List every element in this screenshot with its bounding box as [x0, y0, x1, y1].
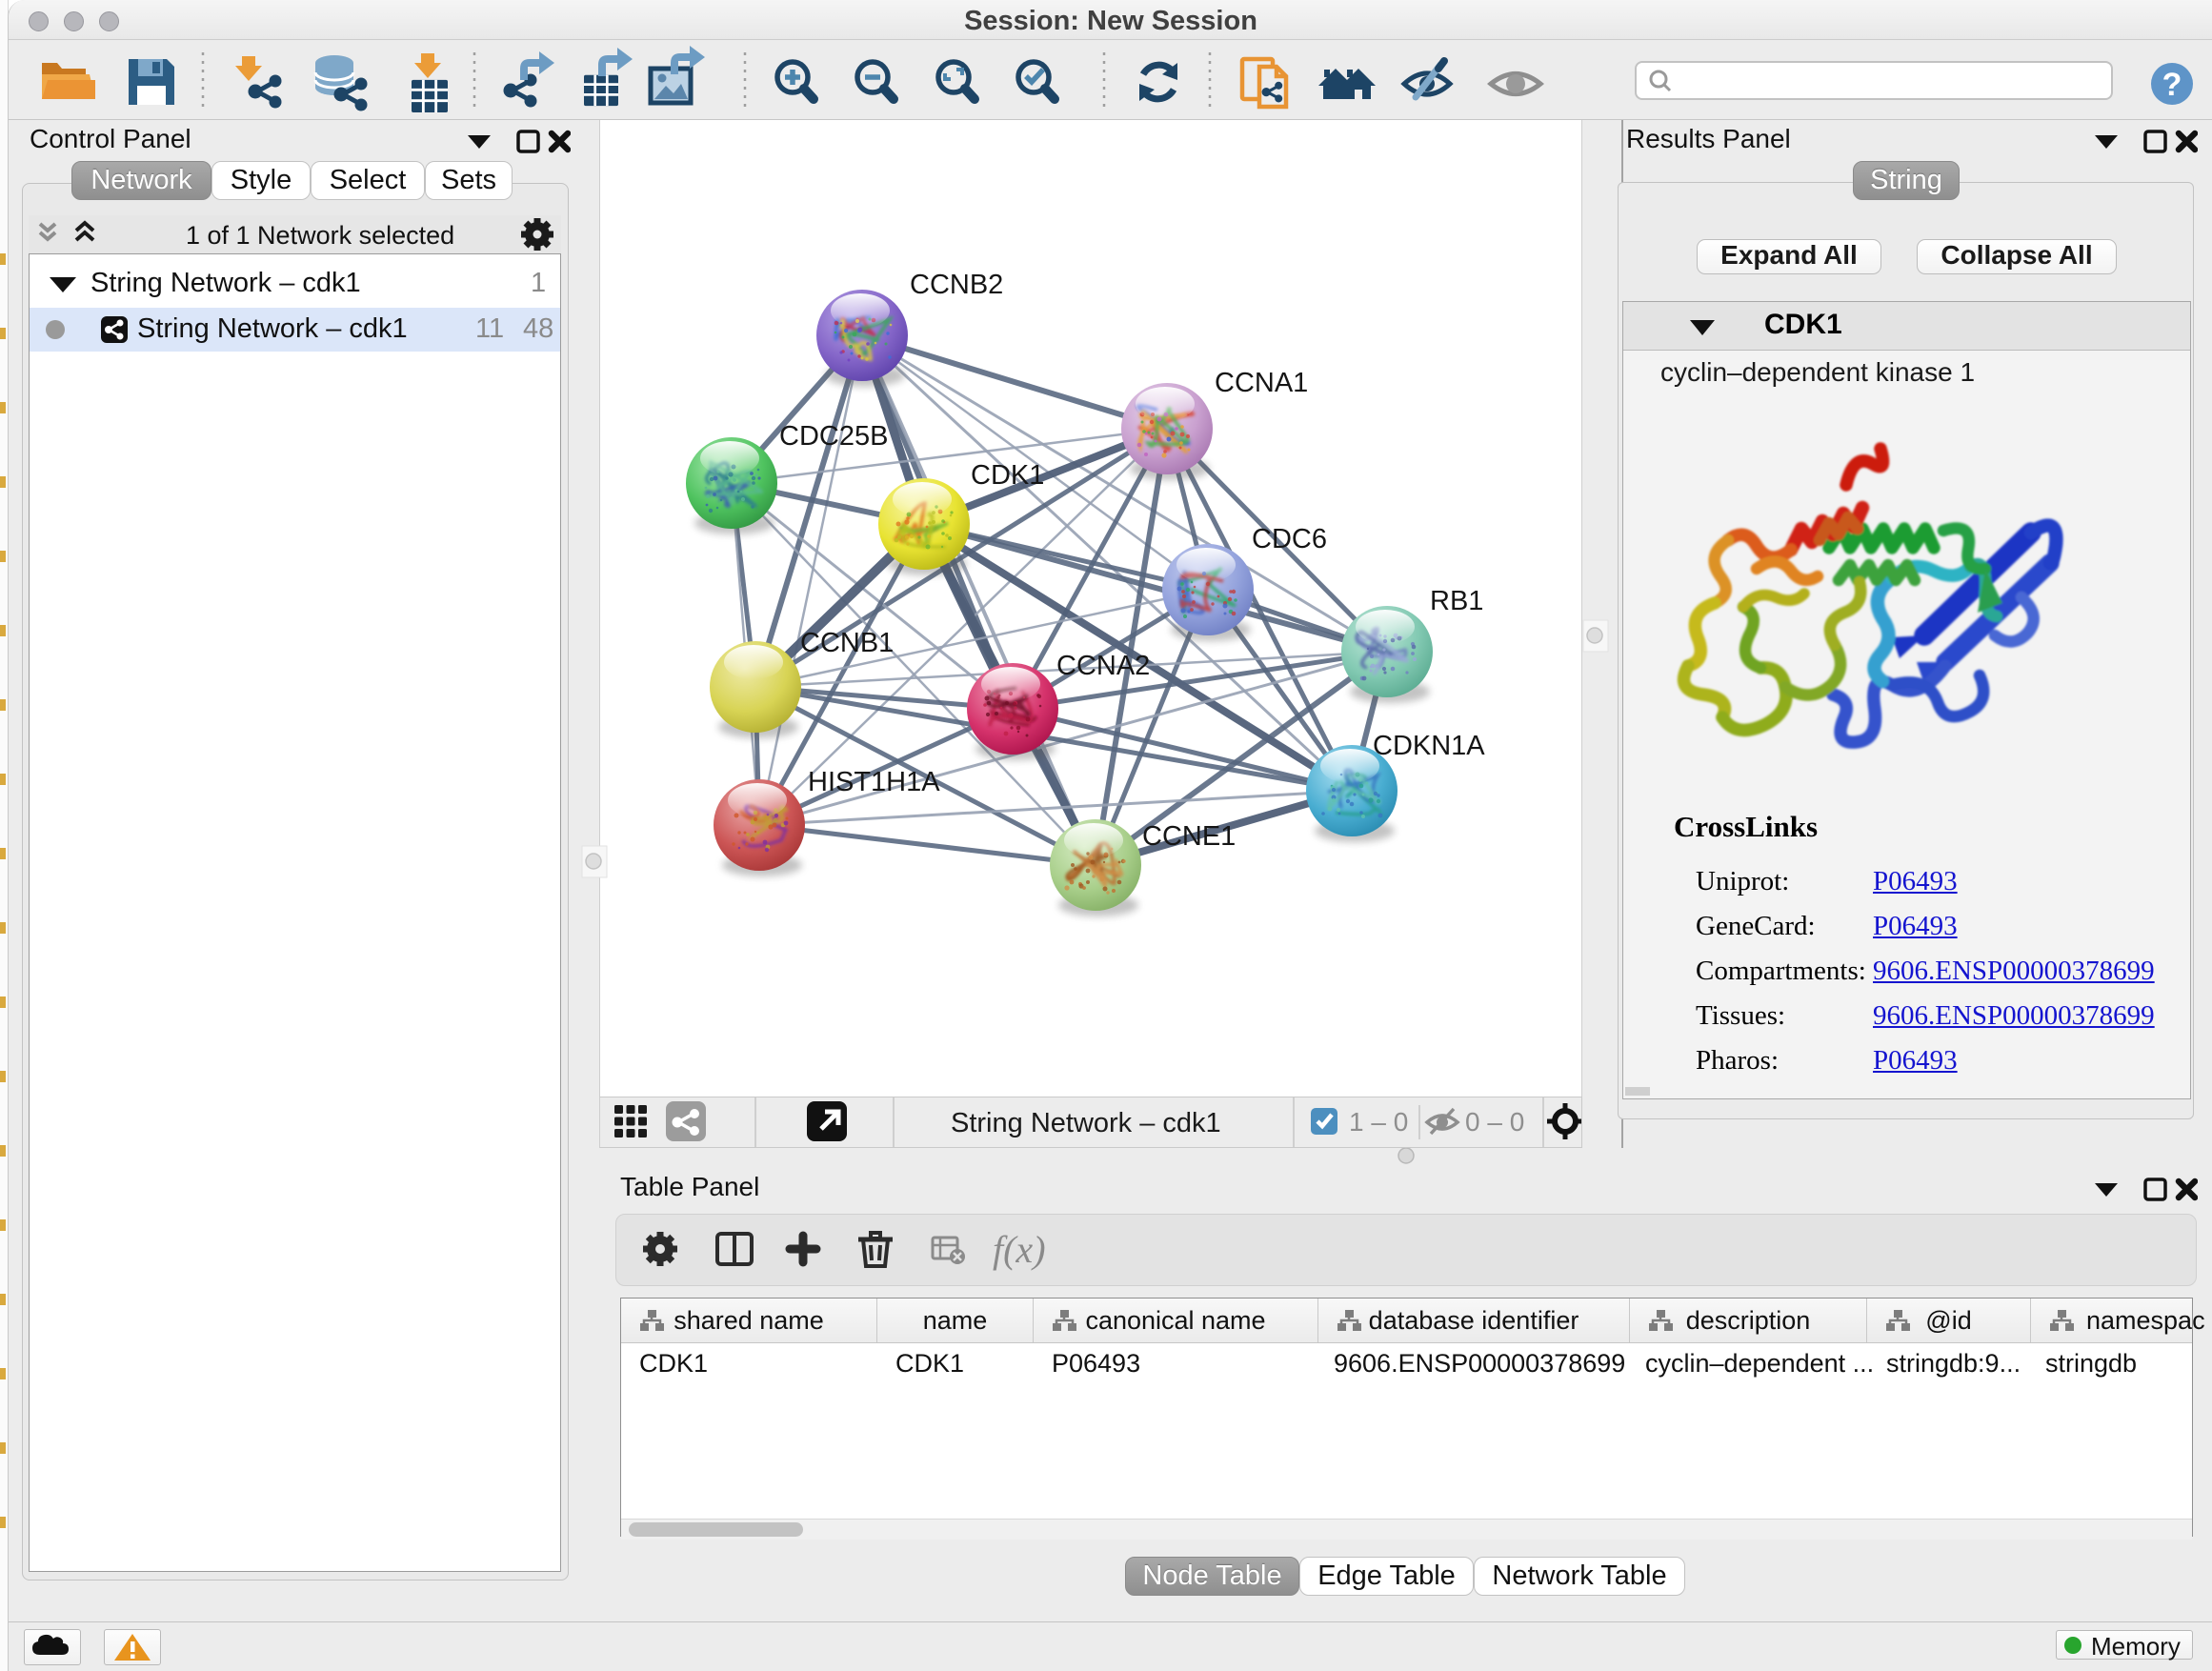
svg-text:?: ? [2162, 67, 2182, 103]
svg-text:HIST1H1A: HIST1H1A [808, 767, 940, 797]
svg-text:f(x): f(x) [993, 1228, 1046, 1271]
svg-text:CCNA2: CCNA2 [1056, 651, 1150, 681]
svg-text:CDC25B: CDC25B [779, 421, 888, 452]
svg-text:0 – 0: 0 – 0 [1465, 1107, 1524, 1137]
svg-text:CDC6: CDC6 [1252, 524, 1327, 554]
svg-text:CCNE1: CCNE1 [1142, 821, 1236, 852]
svg-text:CCNA1: CCNA1 [1215, 368, 1308, 398]
svg-text:CDKN1A: CDKN1A [1373, 731, 1485, 761]
svg-text:String Network – cdk1: String Network – cdk1 [951, 1108, 1221, 1138]
svg-text:CDK1: CDK1 [971, 460, 1044, 491]
svg-text:CCNB2: CCNB2 [910, 270, 1003, 300]
svg-text:1 – 0: 1 – 0 [1349, 1107, 1408, 1137]
svg-text:CCNB1: CCNB1 [800, 628, 894, 658]
svg-text:RB1: RB1 [1430, 586, 1483, 616]
